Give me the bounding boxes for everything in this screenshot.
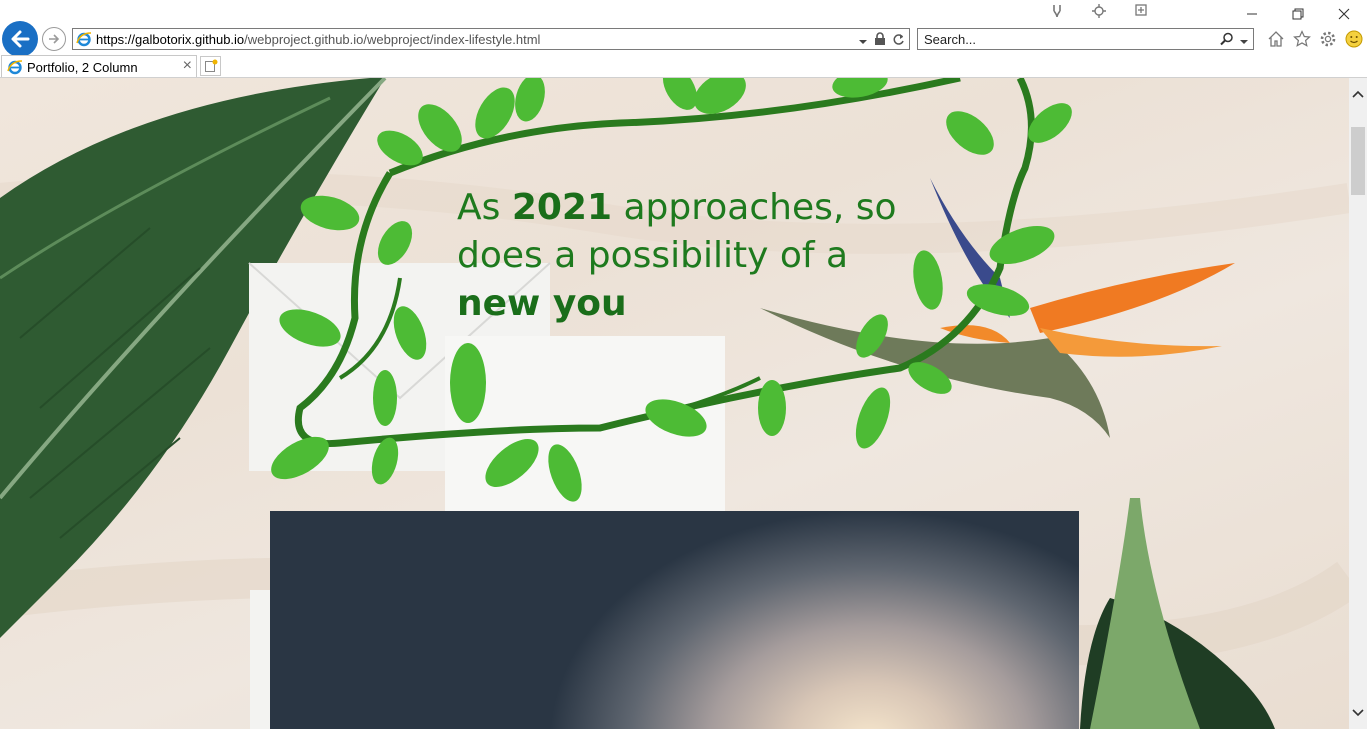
hero-line-2: does a possibility of a [457, 235, 849, 276]
hero-line-1-pre: As [457, 187, 512, 228]
vertical-scrollbar[interactable] [1349, 78, 1367, 729]
tab-close-icon[interactable]: × [183, 57, 192, 75]
tab-title: Portfolio, 2 Column [27, 60, 138, 75]
pin-window-icon[interactable] [1132, 2, 1150, 20]
new-tab-button[interactable] [200, 56, 221, 76]
hero-line-1: As 2021 approaches, so [457, 184, 957, 232]
hero-line-1-post: approaches, so [612, 187, 897, 228]
browser-toolbar [1266, 29, 1364, 49]
back-arrow-icon [11, 30, 30, 48]
search-input[interactable] [924, 31, 1204, 47]
refresh-icon[interactable] [892, 33, 905, 51]
branch-icon[interactable] [1048, 2, 1066, 20]
url-path: /webproject.github.io/webproject/index-l… [244, 32, 541, 47]
close-icon[interactable] [1321, 0, 1367, 28]
url-text[interactable]: https://galbotorix.github.io/webproject.… [96, 32, 540, 47]
hero-heading: As 2021 approaches, so does a possibilit… [457, 184, 957, 328]
hero-year: 2021 [511, 187, 613, 228]
crosshair-icon[interactable] [1090, 2, 1108, 20]
browser-chrome: https://galbotorix.github.io/webproject.… [0, 0, 1367, 78]
search-controls [1220, 32, 1249, 51]
address-controls [858, 32, 905, 51]
favorites-star-icon[interactable] [1292, 29, 1312, 49]
ie-logo-icon [76, 31, 92, 52]
minimize-icon[interactable] [1229, 0, 1275, 28]
search-dropdown-icon[interactable] [1239, 33, 1249, 51]
scroll-up-arrow-icon[interactable] [1349, 86, 1367, 102]
forward-button[interactable] [42, 27, 66, 51]
hero-line-3: new you [457, 280, 957, 328]
sunrise-photo [270, 511, 1079, 729]
scroll-down-arrow-icon[interactable] [1349, 705, 1367, 721]
mini-toolbar [1048, 2, 1150, 20]
lock-icon[interactable] [874, 32, 886, 51]
back-button[interactable] [2, 21, 38, 57]
page-viewport: As 2021 approaches, so does a possibilit… [0, 78, 1349, 729]
hero-new-you: new you [457, 283, 627, 324]
new-tab-icon [204, 59, 217, 72]
smiley-feedback-icon[interactable] [1344, 29, 1364, 49]
search-icon[interactable] [1220, 32, 1234, 51]
forward-arrow-icon [49, 34, 60, 44]
tab-portfolio[interactable]: Portfolio, 2 Column × [1, 55, 197, 78]
address-bar[interactable]: https://galbotorix.github.io/webproject.… [72, 28, 910, 50]
restore-icon[interactable] [1275, 0, 1321, 28]
search-box[interactable] [917, 28, 1254, 50]
url-host: https://galbotorix.github.io [96, 32, 245, 47]
window-controls [1229, 0, 1367, 28]
dropdown-icon[interactable] [858, 33, 868, 51]
home-icon[interactable] [1266, 29, 1286, 49]
scroll-thumb[interactable] [1351, 127, 1365, 195]
settings-gear-icon[interactable] [1318, 29, 1338, 49]
